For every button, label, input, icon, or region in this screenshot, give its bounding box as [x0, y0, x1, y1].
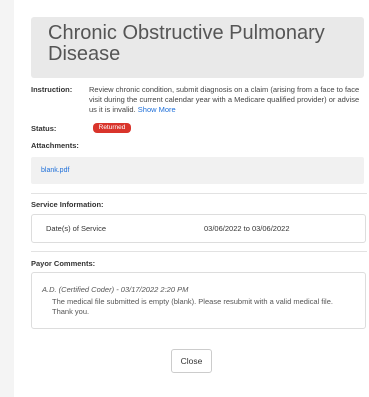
- payor-comment-box: A.D. (Certified Coder) - 03/17/2022 2:20…: [31, 272, 366, 329]
- show-more-link[interactable]: Show More: [138, 105, 176, 114]
- divider: [31, 251, 367, 252]
- comment-text: The medical file submitted is empty (bla…: [52, 297, 333, 316]
- comment-author: A.D. (Certified Coder): [42, 285, 115, 294]
- attachments-box: blank.pdf: [31, 157, 364, 184]
- title-header: Chronic Obstructive Pulmonary Disease: [31, 17, 364, 78]
- service-date-value: 03/06/2022 to 03/06/2022: [204, 224, 290, 233]
- comment-meta: A.D. (Certified Coder) - 03/17/2022 2:20…: [42, 285, 188, 294]
- close-button[interactable]: Close: [171, 349, 212, 373]
- comment-separator: -: [114, 285, 121, 294]
- instruction-text: Review chronic condition, submit diagnos…: [89, 85, 364, 115]
- service-info-box: Date(s) of Service 03/06/2022 to 03/06/2…: [31, 214, 366, 243]
- status-label: Status:: [31, 124, 57, 133]
- service-info-label: Service Information:: [31, 200, 104, 209]
- divider: [31, 193, 367, 194]
- attachment-link[interactable]: blank.pdf: [41, 167, 69, 174]
- status-badge: Returned: [93, 123, 131, 133]
- attachments-label: Attachments:: [31, 141, 79, 150]
- payor-comments-label: Payor Comments:: [31, 259, 96, 268]
- modal-panel: Chronic Obstructive Pulmonary Disease In…: [14, 0, 369, 397]
- page-title: Chronic Obstructive Pulmonary Disease: [48, 22, 325, 65]
- instruction-body: Review chronic condition, submit diagnos…: [89, 85, 360, 114]
- comment-timestamp: 03/17/2022 2:20 PM: [120, 285, 189, 294]
- service-date-label: Date(s) of Service: [46, 224, 107, 233]
- instruction-label: Instruction:: [31, 85, 73, 94]
